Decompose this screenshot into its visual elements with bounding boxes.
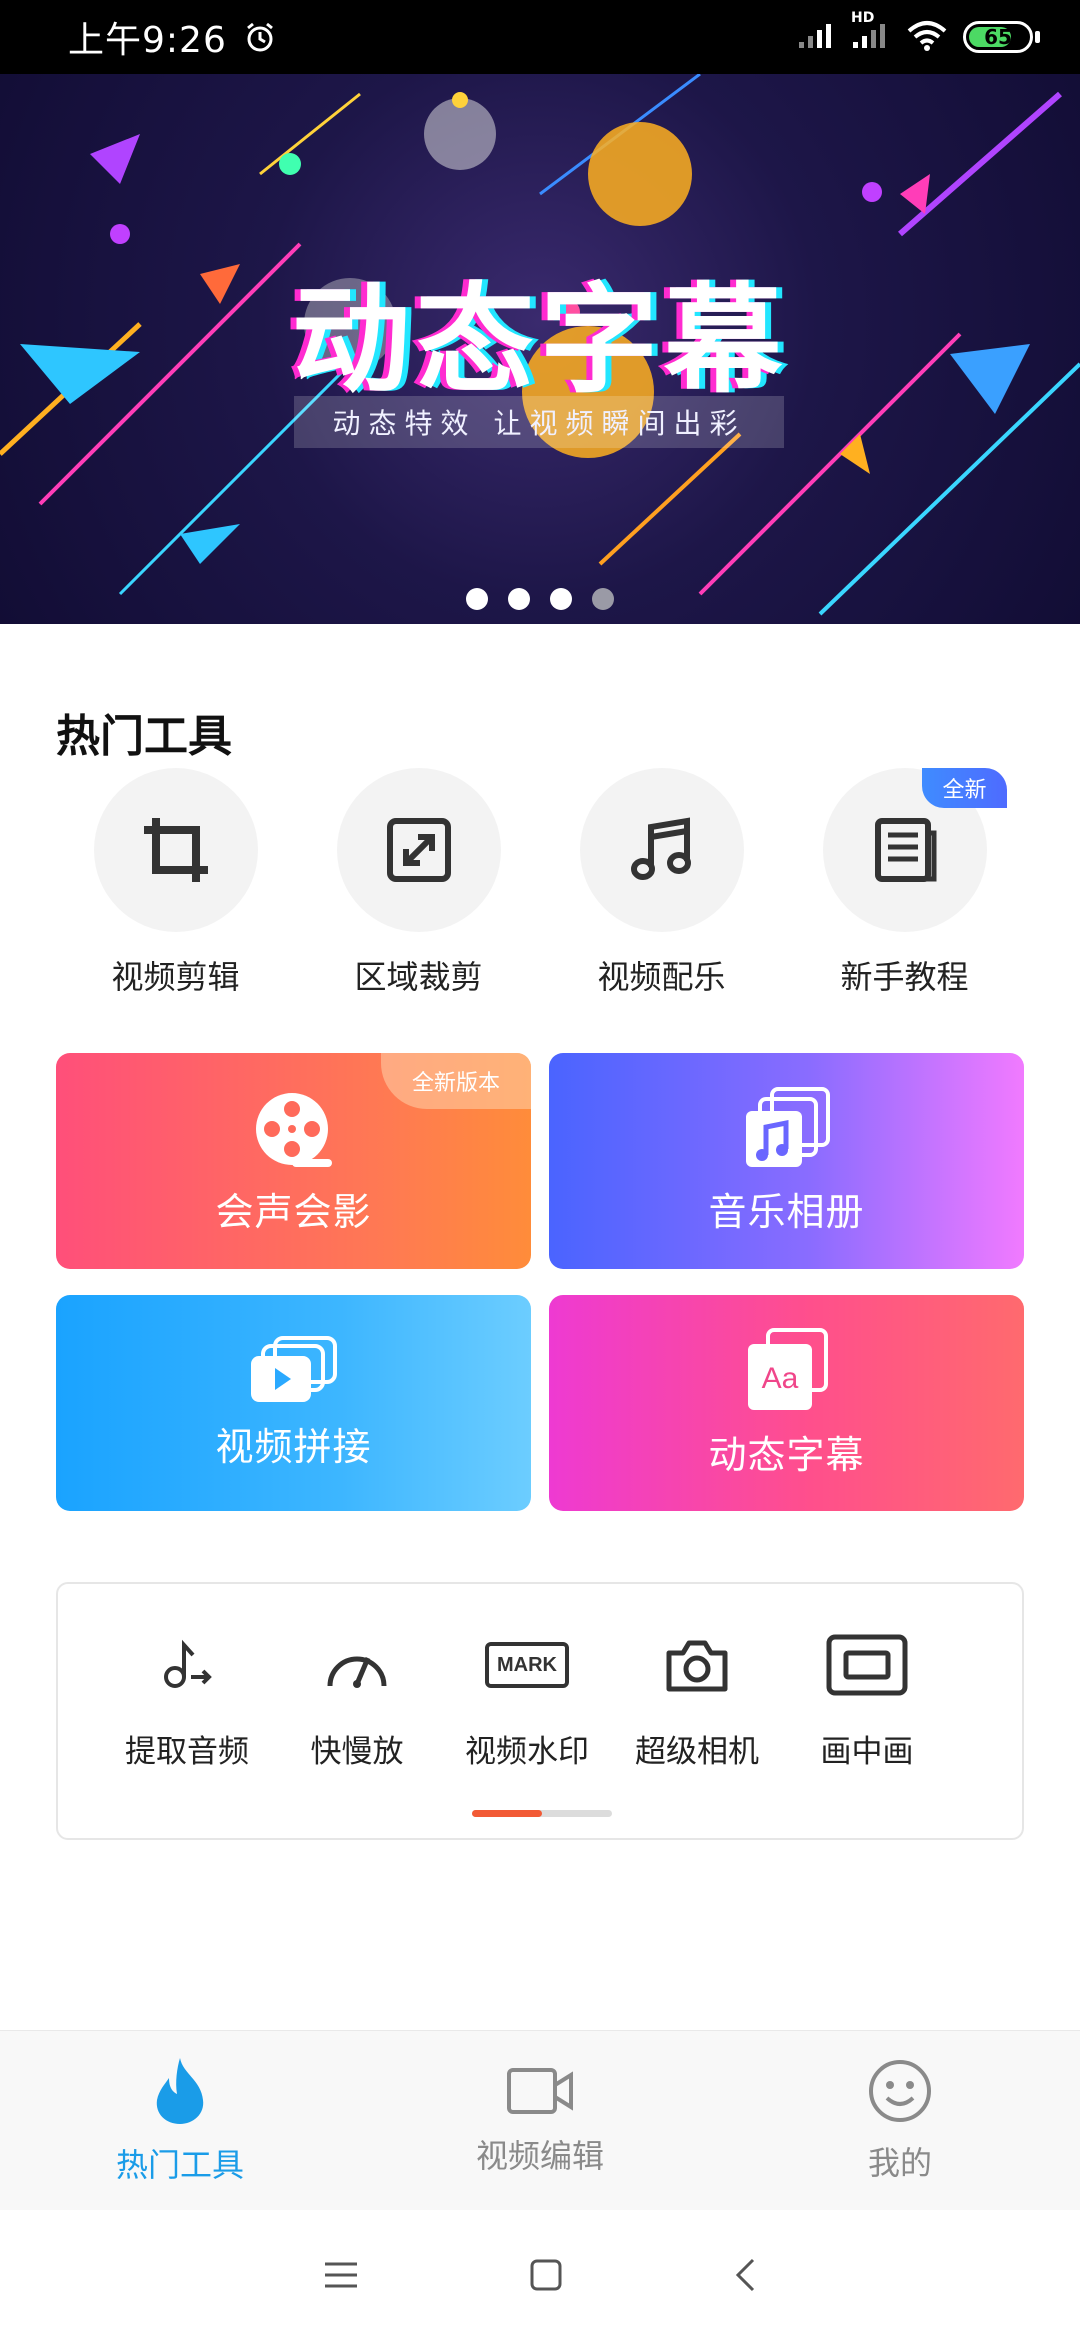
svg-text:Aa: Aa — [761, 1362, 798, 1395]
more-tool-label: 画中画 — [820, 1734, 914, 1770]
tool-label: 视频剪辑 — [111, 958, 240, 996]
crop-icon — [143, 818, 208, 882]
card-label: 会声会影 — [215, 1189, 372, 1234]
pagination-dot — [592, 588, 614, 610]
signal-hd-icon: HD — [851, 10, 891, 54]
battery-icon: 65 — [963, 21, 1040, 53]
promo-banner[interactable]: 动态字幕 动态特效 让视频瞬间出彩 — [0, 74, 1080, 624]
alarm-icon — [243, 19, 279, 55]
card-label: 视频拼接 — [215, 1424, 372, 1469]
text-aa-icon: Aa — [747, 1327, 828, 1410]
scroll-thumb — [472, 1810, 542, 1817]
menu-icon[interactable] — [323, 2260, 359, 2290]
network-label: HD — [851, 10, 875, 26]
banner-subtitle: 动态特效 让视频瞬间出彩 — [294, 396, 784, 448]
tool-picture-in-picture[interactable]: 画中画 — [782, 1628, 952, 1771]
video-camera-icon — [507, 2067, 573, 2114]
watermark-icon: MARK — [485, 1642, 569, 1688]
card-music-album[interactable]: 音乐相册 — [549, 1053, 1024, 1269]
card-label: 音乐相册 — [708, 1189, 865, 1234]
status-bar: 上午9:26 HD 65 — [0, 0, 1080, 74]
horizontal-scroll-indicator — [472, 1810, 612, 1817]
status-time: 上午9:26 — [68, 20, 227, 61]
camera-icon — [666, 1640, 728, 1692]
tool-area-crop[interactable]: 区域裁剪 — [329, 768, 509, 998]
nav-label: 热门工具 — [115, 2145, 244, 2184]
tool-label: 新手教程 — [840, 958, 969, 996]
film-reel-icon — [255, 1092, 332, 1167]
card-label: 动态字幕 — [708, 1432, 865, 1477]
more-tool-label: 提取音频 — [125, 1734, 249, 1770]
pagination-dot — [508, 588, 530, 610]
back-icon[interactable] — [733, 2257, 757, 2293]
tool-label: 区域裁剪 — [354, 958, 483, 996]
banner-title: 动态字幕 — [291, 271, 788, 409]
pagination-dot — [550, 588, 572, 610]
new-badge: 全新 — [922, 768, 1007, 808]
more-tool-label: 超级相机 — [635, 1734, 759, 1770]
more-tools-panel[interactable]: 提取音频 快慢放 MARK 视频水印 超级相机 画中画 — [56, 1582, 1024, 1840]
nav-mine[interactable]: 我的 — [720, 2031, 1080, 2210]
signal-icon — [797, 20, 837, 54]
nav-video-edit[interactable]: 视频编辑 — [360, 2031, 720, 2210]
wifi-icon — [905, 19, 949, 55]
nav-hot-tools[interactable]: 热门工具 — [0, 2031, 360, 2210]
bottom-nav: 热门工具 视频编辑 我的 — [0, 2030, 1080, 2210]
feature-cards: 全新版本 会声会影 音乐相册 视频拼接 Aa 动态字幕 — [56, 1053, 1024, 1511]
tool-video-edit[interactable]: 视频剪辑 — [86, 768, 266, 998]
tool-tutorial[interactable]: 全新 新手教程 — [815, 768, 1007, 998]
music-album-icon — [745, 1086, 830, 1167]
nav-label: 我的 — [867, 2143, 932, 2182]
tool-super-camera[interactable]: 超级相机 — [612, 1628, 782, 1771]
audio-extract-icon — [164, 1639, 212, 1688]
card-badge: 全新版本 — [381, 1053, 531, 1109]
tool-speed[interactable]: 快慢放 — [272, 1628, 442, 1771]
nav-label: 视频编辑 — [475, 2136, 604, 2175]
hot-tools-row: 视频剪辑 区域裁剪 视频配乐 全新 新手教程 — [0, 768, 1080, 998]
tool-label: 视频配乐 — [597, 958, 726, 996]
pagination-dot — [466, 588, 488, 610]
flame-icon — [156, 2057, 204, 2124]
card-huishenghuiying[interactable]: 全新版本 会声会影 — [56, 1053, 531, 1269]
tool-extract-audio[interactable]: 提取音频 — [102, 1628, 272, 1771]
card-dynamic-subtitles[interactable]: Aa 动态字幕 — [549, 1295, 1024, 1511]
card-video-splice[interactable]: 视频拼接 — [56, 1295, 531, 1511]
battery-level: 65 — [984, 25, 1012, 49]
video-stack-icon — [250, 1335, 337, 1402]
music-note-icon — [630, 817, 691, 880]
more-tool-label: 快慢放 — [310, 1734, 404, 1770]
section-title-hot-tools: 热门工具 — [56, 711, 232, 762]
document-icon — [874, 818, 936, 882]
banner-pagination — [0, 588, 1080, 610]
more-tool-label: 视频水印 — [465, 1734, 589, 1770]
smiley-icon — [869, 2059, 931, 2122]
home-icon[interactable] — [529, 2258, 563, 2292]
watermark-icon-text: MARK — [497, 1653, 557, 1676]
speedometer-icon — [327, 1656, 387, 1688]
picture-in-picture-icon — [826, 1634, 908, 1696]
tool-video-music[interactable]: 视频配乐 — [572, 768, 752, 998]
system-nav-bar — [0, 2210, 1080, 2340]
expand-icon — [386, 818, 451, 882]
tool-watermark[interactable]: MARK 视频水印 — [442, 1628, 612, 1771]
